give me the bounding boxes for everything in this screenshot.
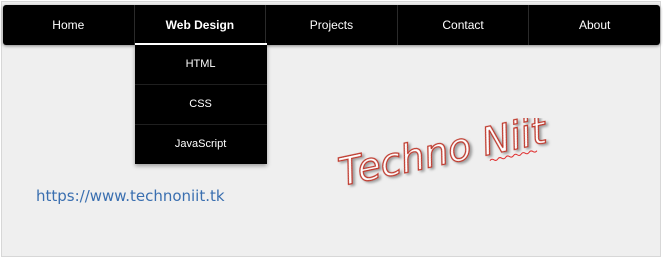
nav-item-web-design-label: Web Design bbox=[165, 18, 235, 32]
dropdown-item-javascript[interactable]: JavaScript bbox=[135, 125, 267, 164]
nav-item-home-label: Home bbox=[52, 18, 85, 32]
dropdown-item-html[interactable]: HTML bbox=[134, 45, 267, 85]
nav-item-contact[interactable]: Contact bbox=[398, 5, 530, 45]
nav-item-home[interactable]: Home bbox=[3, 5, 135, 45]
dropdown-item-css[interactable]: CSS bbox=[134, 85, 267, 125]
nav-item-about-label: About bbox=[578, 18, 611, 32]
main-navbar: Home Web Design HTML CSS JavaScript Proj… bbox=[3, 5, 660, 164]
bottom-strip bbox=[0, 258, 663, 268]
nav-item-web-design[interactable]: Web Design HTML CSS JavaScript bbox=[134, 5, 267, 164]
website-url-link[interactable]: https://www.technoniit.tk bbox=[36, 187, 225, 205]
watermark-text: Techno Niit bbox=[335, 118, 552, 195]
web-design-dropdown-menu: HTML CSS JavaScript bbox=[134, 43, 267, 164]
techno-niit-watermark: Techno Niit bbox=[334, 118, 553, 195]
nav-item-projects[interactable]: Projects bbox=[266, 5, 398, 45]
nav-item-contact-label: Contact bbox=[442, 18, 484, 32]
nav-item-about[interactable]: About bbox=[529, 5, 660, 45]
nav-item-projects-label: Projects bbox=[309, 18, 354, 32]
